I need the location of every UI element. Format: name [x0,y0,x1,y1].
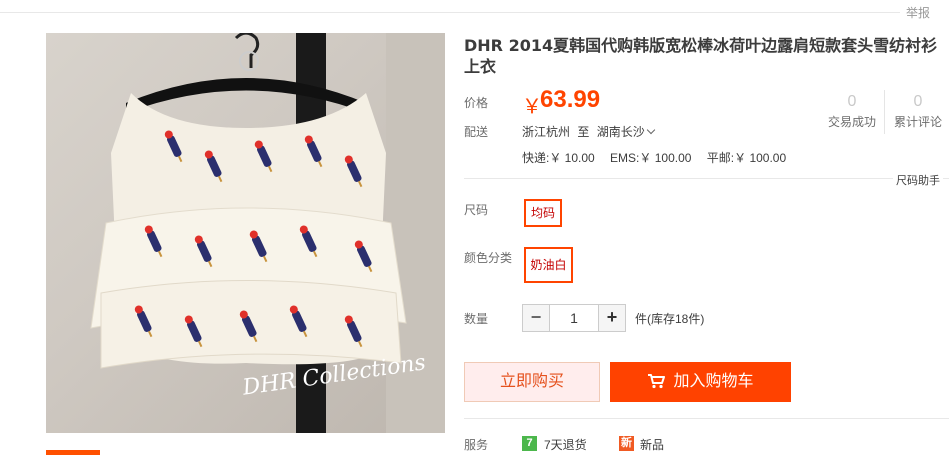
service-return-text[interactable]: 7天退货 [544,436,587,453]
ship-from: 浙江杭州 [522,125,571,139]
transactions-label: 交易成功 [827,115,876,129]
size-helper-link[interactable]: 尺码助手 [893,172,943,188]
size-option-selected[interactable]: 均码 [524,199,562,227]
fee-ems: EMS:￥ 100.00 [610,151,692,165]
price-value: 63.99 [540,86,601,113]
stat-transactions: 0 交易成功 [822,91,882,130]
section-divider [464,178,949,179]
service-new-text[interactable]: 新品 [640,436,664,453]
services-label: 服务 [464,438,489,452]
quantity-stepper: − 1 + [522,304,626,332]
cart-icon [648,374,666,389]
reviews-label: 累计评论 [893,115,942,129]
ship-to-word: 至 [577,125,590,139]
ship-to-selector[interactable]: 湖南长沙 [596,125,655,139]
new-item-icon: 新 [619,436,634,451]
return-7day-icon: 7 [522,436,537,451]
add-to-cart-label: 加入购物车 [673,373,754,390]
thumbnail-indicator[interactable] [46,450,100,455]
stock-text: 件(库存18件) [635,312,705,326]
shipping-fees: 快递:￥ 10.00 EMS:￥ 100.00 平邮:￥ 100.00 [522,149,798,166]
transactions-count: 0 [847,93,857,110]
top-divider [0,12,900,13]
fee-express: 快递:￥ 10.00 [522,151,595,165]
add-to-cart-button[interactable]: 加入购物车 [610,362,791,402]
shipping-label: 配送 [464,125,489,139]
currency-symbol: ￥ [522,96,542,118]
reviews-count: 0 [913,93,923,110]
price-label: 价格 [464,96,489,110]
quantity-label: 数量 [464,312,489,326]
fee-post: 平邮:￥ 100.00 [706,151,787,165]
quantity-input[interactable]: 1 [550,304,598,332]
quantity-decrease-button[interactable]: − [522,304,550,332]
product-image[interactable]: DHR Collections [46,33,445,433]
shipping-route: 浙江杭州 至 湖南长沙 [522,123,655,140]
color-option-selected[interactable]: 奶油白 [524,247,573,283]
stat-reviews[interactable]: 0 累计评论 [888,91,948,130]
section-divider-2 [464,418,949,419]
quantity-increase-button[interactable]: + [598,304,626,332]
product-title: DHR 2014夏韩国代购韩版宽松棒冰荷叶边露肩短款套头雪纺衬衫上衣 [464,36,938,76]
size-label: 尺码 [464,203,489,217]
chevron-down-icon [646,125,655,135]
stats-divider [884,90,885,134]
buy-now-button[interactable]: 立即购买 [464,362,600,402]
report-link[interactable]: 举报 [906,4,930,21]
color-label: 颜色分类 [464,251,513,265]
ship-to-city: 湖南长沙 [596,125,645,139]
